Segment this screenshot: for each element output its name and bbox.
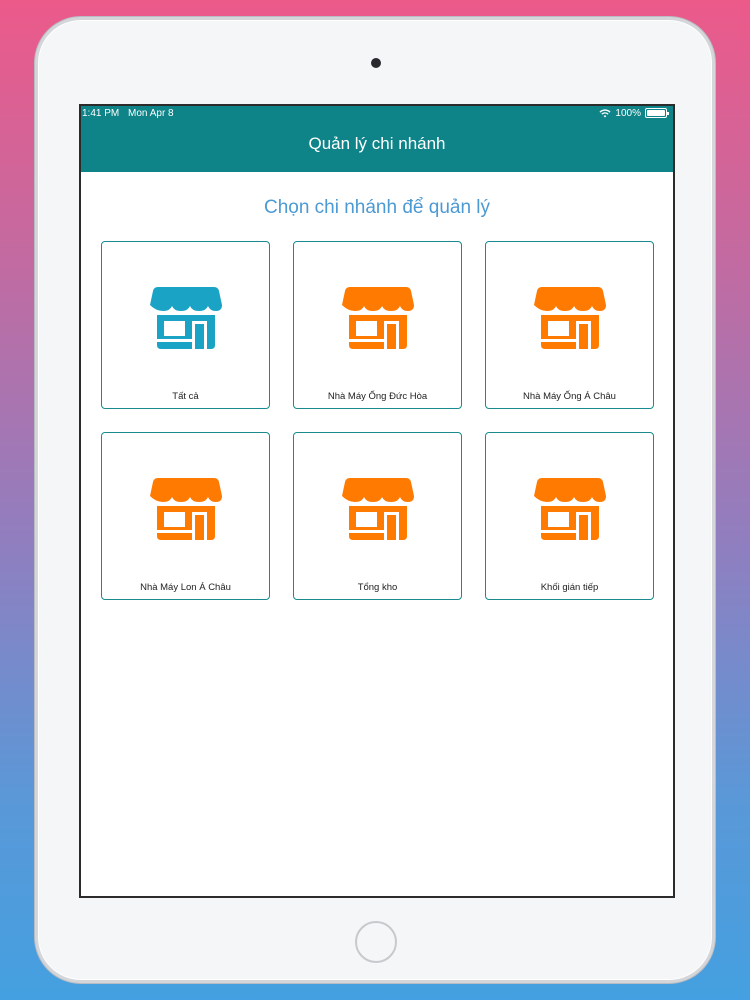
- store-icon: [534, 287, 606, 349]
- page-title: Quản lý chi nhánh: [308, 134, 446, 153]
- branch-grid: Tất cả Nhà Máy Ống Đức Hòa Nhà Máy Ống Á…: [101, 241, 654, 600]
- store-icon: [342, 478, 414, 540]
- status-date: Mon Apr 8: [128, 107, 174, 119]
- branch-label: Nhà Máy Ống Á Châu: [523, 391, 616, 402]
- branch-label: Nhà Máy Ống Đức Hòa: [327, 391, 428, 402]
- branch-label: Nhà Máy Lon Á Châu: [140, 582, 231, 593]
- branch-card-lon-a-chau[interactable]: Nhà Máy Lon Á Châu: [101, 432, 270, 600]
- section-subtitle: Chọn chi nhánh để quản lý: [263, 197, 491, 218]
- branch-card-khoi-gian-tiep[interactable]: Khối gián tiếp: [485, 432, 654, 600]
- status-bar: 1:41 PM Mon Apr 8 100%: [81, 106, 673, 120]
- screen: 1:41 PM Mon Apr 8 100% Quản lý chi nhánh…: [79, 104, 675, 898]
- branch-card-tong-kho[interactable]: Tổng kho: [293, 432, 462, 600]
- camera-dot: [371, 58, 381, 68]
- navigation-bar: 1:41 PM Mon Apr 8 100% Quản lý chi nhánh: [81, 106, 673, 172]
- status-time: 1:41 PM: [82, 107, 120, 119]
- status-right: 100%: [599, 107, 669, 119]
- branch-card-ong-a-chau[interactable]: Nhà Máy Ống Á Châu: [485, 241, 654, 409]
- branch-label: Tổng kho: [357, 582, 398, 593]
- store-icon: [534, 478, 606, 540]
- wifi-icon: [599, 108, 611, 117]
- branch-label: Khối gián tiếp: [540, 582, 599, 593]
- store-icon: [150, 287, 222, 349]
- app-screen: 1:41 PM Mon Apr 8 100% Quản lý chi nhánh…: [81, 106, 673, 896]
- branch-label: Tất cả: [172, 391, 199, 402]
- ipad-frame: 1:41 PM Mon Apr 8 100% Quản lý chi nhánh…: [35, 17, 715, 983]
- store-icon: [150, 478, 222, 540]
- store-icon: [342, 287, 414, 349]
- branch-card-all[interactable]: Tất cả: [101, 241, 270, 409]
- branch-card-duc-hoa[interactable]: Nhà Máy Ống Đức Hòa: [293, 241, 462, 409]
- status-left: 1:41 PM Mon Apr 8: [82, 108, 180, 119]
- battery-icon: [645, 108, 669, 118]
- home-button[interactable]: [355, 921, 397, 963]
- battery-percent: 100%: [615, 107, 641, 119]
